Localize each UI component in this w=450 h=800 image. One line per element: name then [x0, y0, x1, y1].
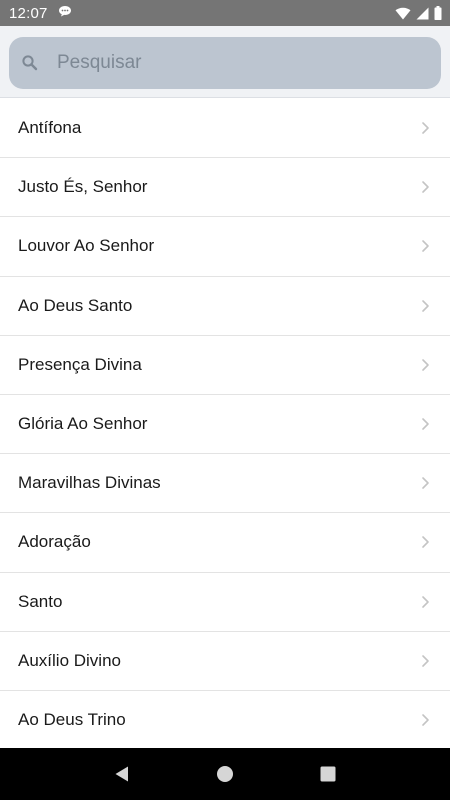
chevron-right-icon: [420, 121, 430, 135]
signal-icon: [416, 7, 429, 20]
chevron-right-icon: [420, 417, 430, 431]
chevron-right-icon: [420, 535, 430, 549]
list-item[interactable]: Justo És, Senhor: [0, 158, 450, 218]
chevron-right-icon: [420, 713, 430, 727]
list-item[interactable]: Santo: [0, 573, 450, 632]
chevron-right-icon: [420, 595, 430, 609]
list-item-label: Ao Deus Santo: [18, 295, 133, 315]
chevron-right-icon: [420, 299, 430, 313]
search-box[interactable]: [9, 37, 441, 89]
list-item-label: Maravilhas Divinas: [18, 473, 161, 493]
chevron-right-icon: [420, 239, 430, 253]
search-icon: [21, 54, 39, 72]
list-item[interactable]: Ao Deus Trino: [0, 691, 450, 748]
chevron-right-icon: [420, 654, 430, 668]
battery-icon: [434, 6, 442, 20]
list-item[interactable]: Adoração: [0, 513, 450, 573]
song-list: Antífona Justo És, Senhor Louvor Ao Senhor…: [0, 99, 450, 748]
wifi-icon: [395, 7, 411, 20]
list-item[interactable]: Ao Deus Santo: [0, 277, 450, 336]
list-item[interactable]: Glória Ao Senhor: [0, 395, 450, 455]
list-item[interactable]: Louvor Ao Senhor: [0, 217, 450, 277]
list-item-label: Antífona: [18, 118, 82, 138]
list-item-label: Presença Divina: [18, 354, 142, 374]
home-icon[interactable]: [205, 754, 245, 794]
search-area: [0, 26, 450, 98]
chevron-right-icon: [420, 358, 430, 372]
status-time: 12:07: [9, 4, 48, 22]
status-bar: 12:07: [0, 0, 450, 26]
list-item[interactable]: Maravilhas Divinas: [0, 454, 450, 514]
list-item[interactable]: Antífona: [0, 99, 450, 159]
chevron-right-icon: [420, 476, 430, 490]
notification-icon: [58, 4, 72, 22]
list-item-label: Justo És, Senhor: [18, 177, 148, 197]
list-item-label: Glória Ao Senhor: [18, 414, 148, 434]
list-item-label: Adoração: [18, 532, 91, 552]
list-item-label: Louvor Ao Senhor: [18, 236, 155, 256]
back-icon[interactable]: [102, 754, 142, 794]
search-input[interactable]: [57, 52, 417, 74]
list-item-label: Santo: [18, 591, 63, 611]
navigation-bar: [0, 748, 450, 800]
recents-icon[interactable]: [308, 754, 348, 794]
list-item[interactable]: Presença Divina: [0, 336, 450, 395]
chevron-right-icon: [420, 180, 430, 194]
list-item-label: Ao Deus Trino: [18, 709, 126, 729]
list-item[interactable]: Auxílio Divino: [0, 632, 450, 691]
list-item-label: Auxílio Divino: [18, 650, 121, 670]
